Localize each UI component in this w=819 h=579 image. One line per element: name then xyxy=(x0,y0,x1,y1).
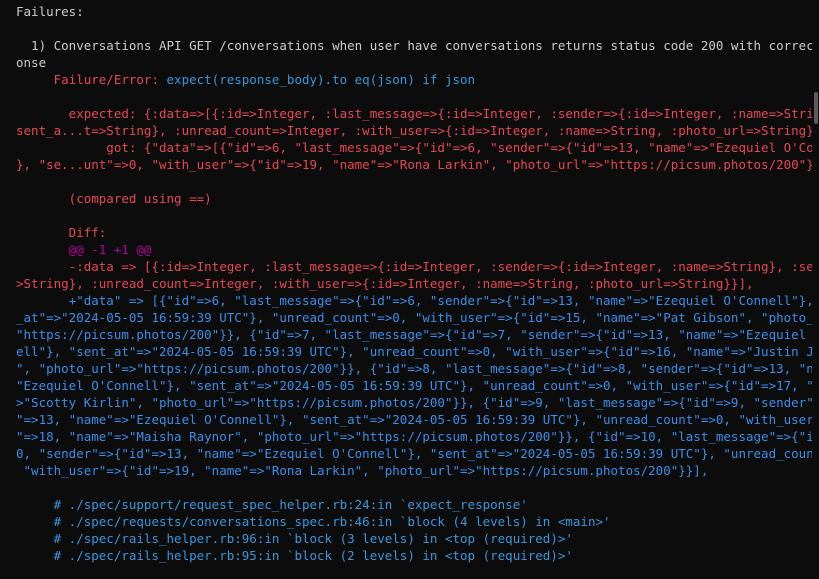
failure-error-code: expect(response_body).to eq(json) if jso… xyxy=(166,72,476,87)
diff-added-line: +"data" => [{"id"=>6, "last_message"=>{"… xyxy=(16,293,812,308)
expected-line: expected: {:data=>[{:id=>Integer, :last_… xyxy=(16,106,812,121)
expected-line-wrap: sent_a...t=>String}, :unread_count=>Inte… xyxy=(16,123,812,138)
terminal-output: Failures: 1) Conversations API GET /conv… xyxy=(0,0,812,579)
diff-added-line-wrap: ell"}, "sent_at"=>"2024-05-05 16:59:39 U… xyxy=(16,344,812,359)
got-line: got: {"data"=>[{"id"=>6, "last_message"=… xyxy=(16,140,812,155)
failure-error-line: Failure/Error: expect(response_body).to … xyxy=(16,71,812,88)
failure-title-wrap: onse xyxy=(16,55,47,70)
backtrace-line: # ./spec/rails_helper.rb:95:in `block (2… xyxy=(16,548,573,563)
scrollbar-thumb[interactable] xyxy=(814,92,818,124)
scrollbar[interactable] xyxy=(812,0,819,579)
diff-hunk-header: @@ -1 +1 @@ xyxy=(16,242,152,257)
got-line-wrap: }, "se...unt"=>0, "with_user"=>{"id"=>19… xyxy=(16,157,812,172)
diff-removed-line: -:data => [{:id=>Integer, :last_message=… xyxy=(16,259,812,274)
backtrace-line: # ./spec/rails_helper.rb:96:in `block (3… xyxy=(16,531,573,546)
failure-error-label: Failure/Error: xyxy=(16,72,167,87)
diff-added-line-wrap: "with_user"=>{"id"=>19, "name"=>"Rona La… xyxy=(16,463,709,478)
diff-added-line-wrap: "=>13, "name"=>"Ezequiel O'Connell"}, "s… xyxy=(16,412,812,427)
diff-added-line-wrap: _at"=>"2024-05-05 16:59:39 UTC"}, "unrea… xyxy=(16,310,812,325)
diff-added-line-wrap: 0, "sender"=>{"id"=>13, "name"=>"Ezequie… xyxy=(16,446,812,461)
failures-heading: Failures: xyxy=(16,4,84,19)
compared-line: (compared using ==) xyxy=(16,191,212,206)
backtrace-line: # ./spec/support/request_spec_helper.rb:… xyxy=(16,497,528,512)
diff-added-line-wrap: >"Scotty Kirlin", "photo_url"=>"https://… xyxy=(16,395,812,410)
diff-label: Diff: xyxy=(16,225,107,240)
diff-added-line-wrap: ", "photo_url"=>"https://picsum.photos/2… xyxy=(16,361,812,376)
diff-added-line-wrap: "https://picsum.photos/200"}}, {"id"=>7,… xyxy=(16,327,812,342)
diff-removed-line-wrap: >String}, :unread_count=>Integer, :with_… xyxy=(16,276,754,291)
failure-title: 1) Conversations API GET /conversations … xyxy=(16,38,812,53)
backtrace-line: # ./spec/requests/conversations_spec.rb:… xyxy=(16,514,611,529)
diff-added-line-wrap: "=>18, "name"=>"Maisha Raynor", "photo_u… xyxy=(16,429,812,444)
diff-added-line-wrap: "Ezequiel O'Connell"}, "sent_at"=>"2024-… xyxy=(16,378,812,393)
